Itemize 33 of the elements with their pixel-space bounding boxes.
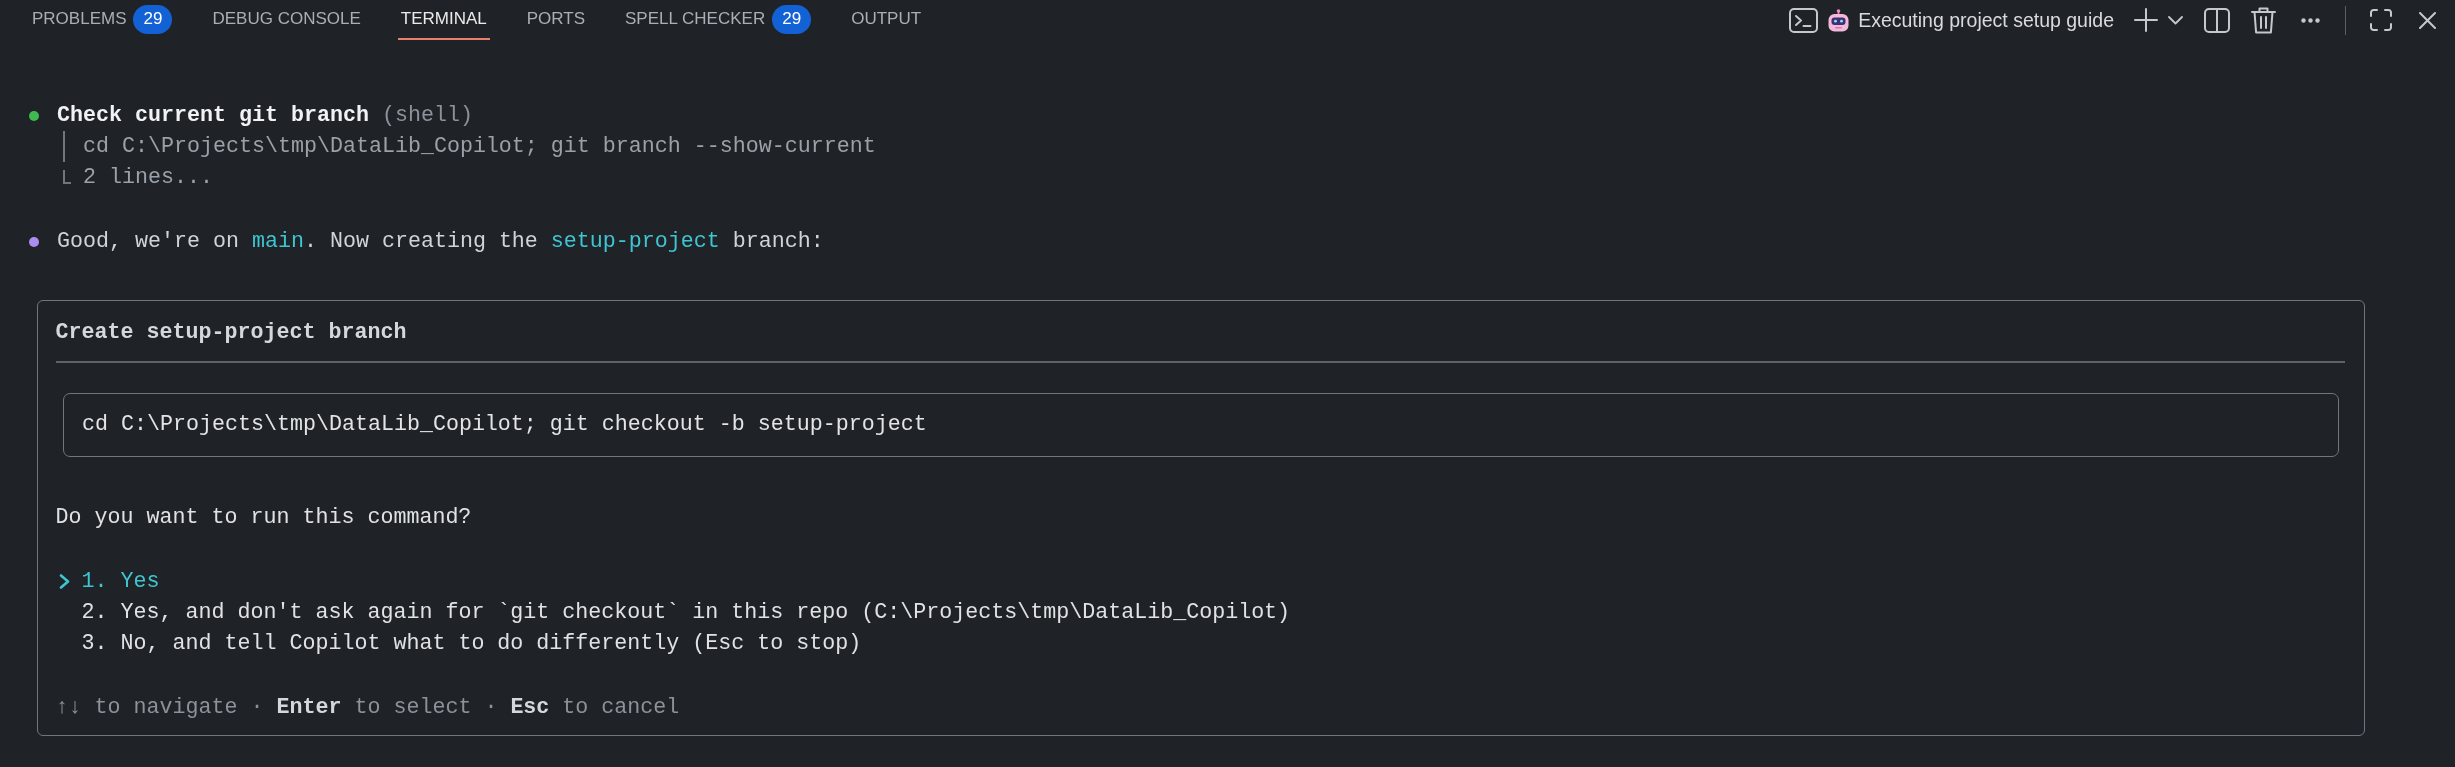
tree-corner-icon (63, 170, 71, 184)
trash-icon[interactable] (2251, 6, 2276, 34)
count-badge: 29 (133, 4, 173, 34)
panel-tab[interactable]: OUTPUT (848, 0, 925, 40)
plus-icon[interactable] (2134, 8, 2158, 32)
message-text: Good, we're on main. Now creating the setup-project branch: (57, 228, 824, 256)
command-text: cd C:\Projects\tmp\DataLib_Copilot; git branch --show-current (83, 133, 876, 161)
close-icon[interactable] (2419, 11, 2436, 29)
panel-tab[interactable]: DEBUG CONSOLE (209, 0, 364, 40)
chevron-right-icon (58, 573, 70, 589)
count-badge: 29 (772, 4, 812, 34)
split-panel-icon[interactable] (2204, 7, 2230, 33)
panel-tab[interactable]: SPELL CHECKER 29 (622, 0, 815, 40)
command-block: cd C:\Projects\tmp\DataLib_Copilot; git checkout -b setup-project (62, 392, 2339, 457)
tool-call-type: (shell) (381, 103, 473, 128)
terminal-title: Executing project setup guide (1858, 8, 2114, 32)
prompt-question: Do you want to run this command? (55, 503, 473, 532)
maximize-icon[interactable] (2370, 9, 2392, 31)
menu-option[interactable]: 2. Yes, and don't ask again for `git checkout` in this repo (C:\Projects\tmp\DataLib_Copilot) (55, 596, 1291, 628)
menu-option[interactable]: 1. Yes (55, 565, 160, 597)
terminal-icon (1789, 7, 1819, 33)
robot-icon (1828, 8, 1850, 32)
panel-tab[interactable]: TERMINAL (397, 0, 490, 40)
menu-option[interactable]: 3. No, and tell Copilot what to do differently (Esc to stop) (55, 627, 862, 659)
panel-tab[interactable]: PROBLEMS 29 (29, 0, 176, 40)
tool-call-title: Check current git branch (57, 103, 369, 128)
chevron-down-icon[interactable] (2168, 15, 2183, 25)
tree-line-icon (63, 131, 65, 162)
keyboard-hint: ↑↓ to navigate · Enter to select · Esc to cancel (55, 693, 681, 722)
dialog-title: Create setup-project branch (55, 318, 408, 347)
ellipsis-icon[interactable] (2301, 17, 2320, 23)
output-summary: 2 lines... (83, 164, 213, 192)
panel-tab[interactable]: PORTS (523, 0, 589, 40)
